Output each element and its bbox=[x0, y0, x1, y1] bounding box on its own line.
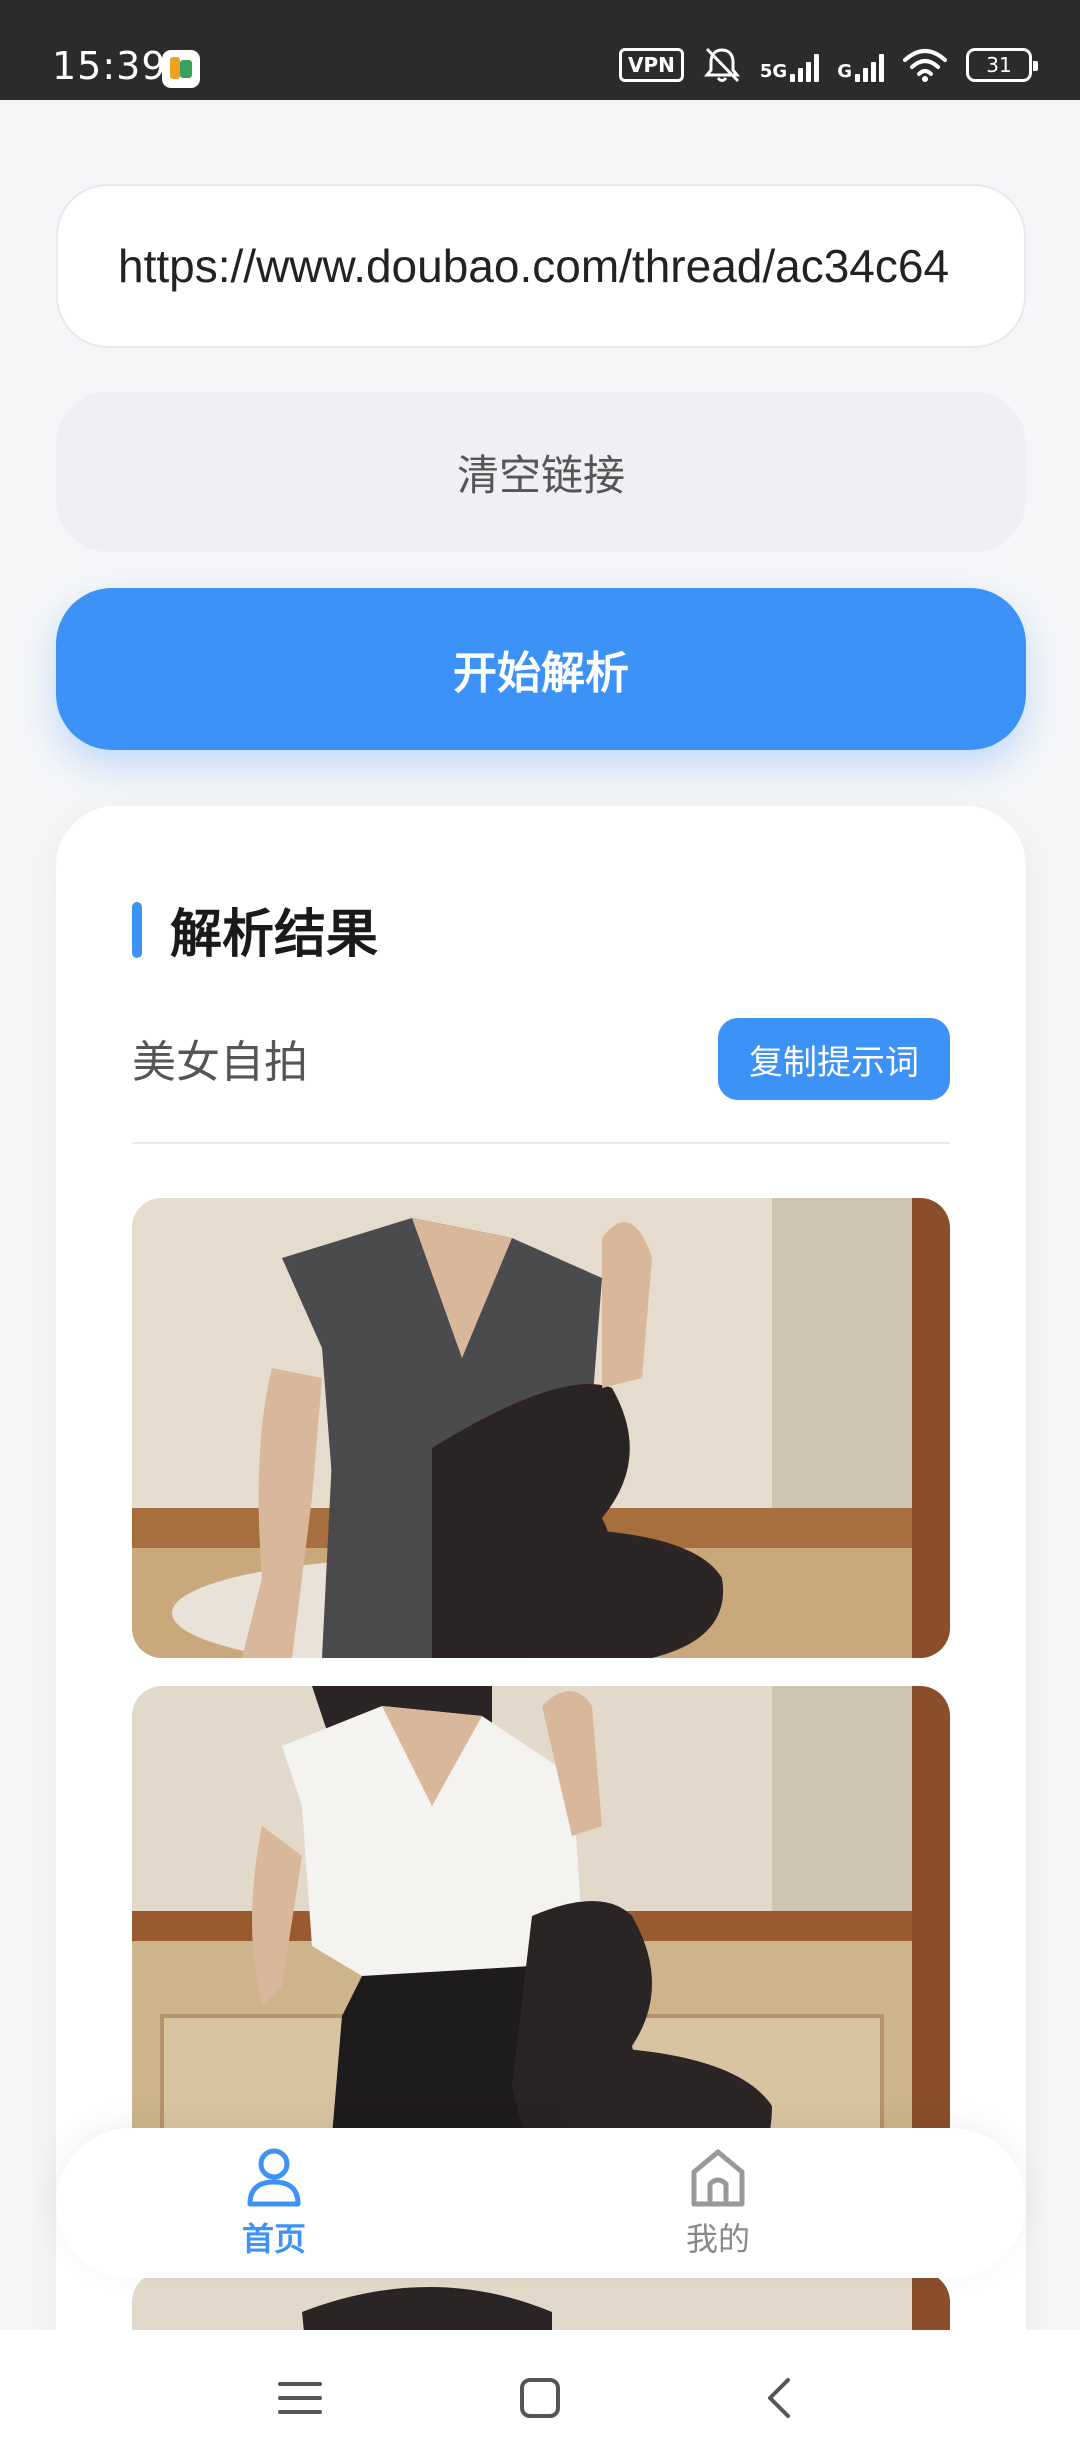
vpn-icon: VPN bbox=[619, 48, 684, 82]
app-notification-icon bbox=[162, 50, 200, 88]
signal-g-icon: G bbox=[837, 48, 884, 82]
status-icons: VPN 5G G 31 bbox=[619, 46, 1038, 84]
system-nav-bar bbox=[0, 2330, 1080, 2460]
prompt-text: 美女自拍 bbox=[132, 1037, 308, 1088]
back-icon[interactable] bbox=[750, 2368, 810, 2428]
result-title: 解析结果 bbox=[170, 905, 379, 965]
nav-item-home[interactable]: 首页 bbox=[174, 2146, 374, 2260]
url-input-value[interactable]: https://www.doubao.com/thread/ac34c64 bbox=[118, 239, 949, 293]
status-time: 15:39 bbox=[52, 44, 167, 88]
user-icon bbox=[247, 2148, 301, 2207]
copy-prompt-button[interactable]: 复制提示词 bbox=[718, 1018, 950, 1100]
nav-item-mine[interactable]: 我的 bbox=[618, 2146, 818, 2260]
clear-link-button[interactable]: 清空链接 bbox=[56, 392, 1026, 552]
result-image[interactable] bbox=[132, 1198, 950, 1658]
status-bar: 15:39 VPN 5G G 31 bbox=[0, 0, 1080, 100]
nav-item-label: 首页 bbox=[241, 2220, 306, 2258]
battery-icon: 31 bbox=[966, 48, 1038, 82]
home-square-icon[interactable] bbox=[510, 2368, 570, 2428]
result-header: 解析结果 bbox=[132, 892, 378, 967]
menu-icon[interactable] bbox=[270, 2368, 330, 2428]
bottom-nav: 首页 我的 bbox=[56, 2128, 1026, 2278]
start-parse-button[interactable]: 开始解析 bbox=[56, 588, 1026, 750]
wifi-icon bbox=[903, 49, 947, 82]
title-accent-bar bbox=[132, 901, 142, 958]
divider bbox=[132, 1142, 950, 1144]
url-input[interactable]: https://www.doubao.com/thread/ac34c64 bbox=[56, 184, 1026, 348]
nav-item-label: 我的 bbox=[685, 2220, 750, 2258]
signal-5g-icon: 5G bbox=[760, 48, 820, 82]
mute-bell-icon bbox=[703, 47, 741, 83]
home-icon bbox=[691, 2149, 745, 2207]
